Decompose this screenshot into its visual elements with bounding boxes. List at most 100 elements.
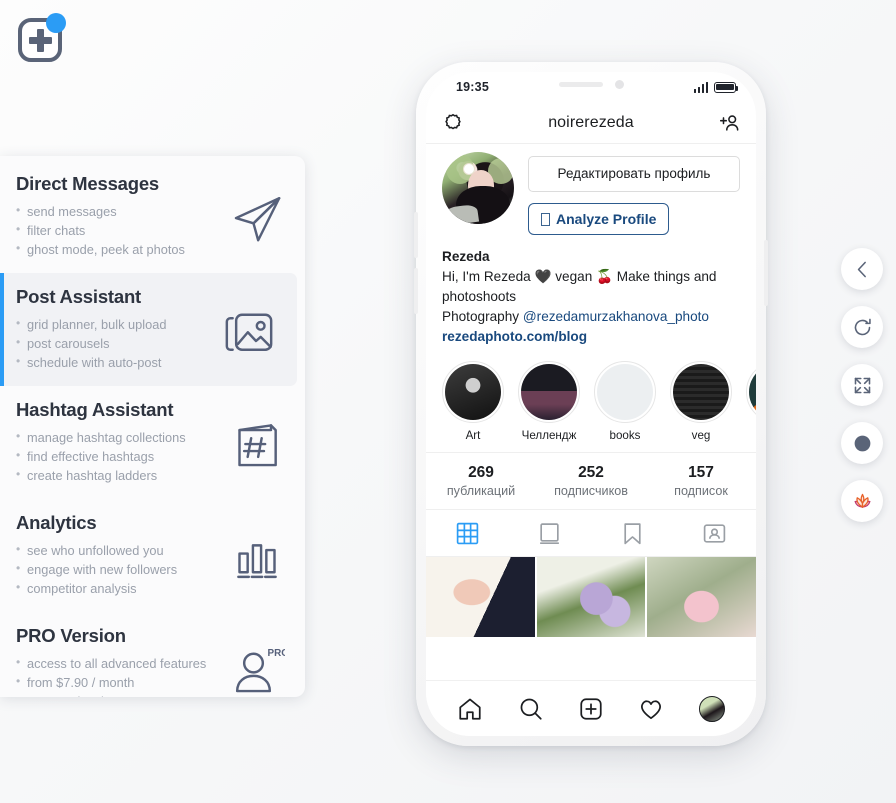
profile-username: noirerezeda	[548, 113, 634, 131]
profile-avatar-icon[interactable]	[698, 695, 725, 722]
feature-item-direct-messages[interactable]: Direct Messages send messages filter cha…	[0, 160, 305, 273]
dark-mode-moon-icon[interactable]	[841, 422, 883, 464]
plus-icon-vertical	[37, 29, 44, 52]
signal-bars-icon	[693, 81, 708, 93]
profile-scroll-area[interactable]: Редактировать профиль Analyze Profile Re…	[426, 144, 756, 648]
volume-down-button[interactable]	[414, 268, 418, 314]
volume-up-button[interactable]	[414, 212, 418, 258]
feature-item-pro-version[interactable]: PRO Version access to all advanced featu…	[0, 612, 305, 697]
grid-post-lilac-flowers[interactable]	[536, 557, 646, 637]
profile-tab-bar	[426, 510, 756, 557]
highlight-item[interactable]: Челлендж	[518, 361, 580, 442]
pro-user-icon: PRO	[229, 643, 285, 697]
notification-badge-dot	[46, 13, 66, 33]
feature-item-analytics[interactable]: Analytics see who unfollowed you engage …	[0, 499, 305, 612]
tab-carousel[interactable]	[509, 510, 592, 556]
posts-grid	[426, 557, 756, 637]
highlight-label: Fo	[746, 429, 756, 442]
highlight-thumbnail	[445, 364, 501, 420]
highlight-ring	[746, 361, 756, 423]
stat-value: 252	[578, 464, 604, 481]
highlight-label: books	[609, 429, 641, 442]
stat-label: подписок	[674, 484, 728, 498]
highlight-item[interactable]: books	[594, 361, 656, 442]
highlight-ring	[518, 361, 580, 423]
analyze-profile-button[interactable]: Analyze Profile	[528, 203, 670, 235]
battery-full-icon	[714, 81, 739, 93]
front-camera-icon	[614, 80, 624, 89]
highlight-item[interactable]: veg	[670, 361, 732, 442]
highlight-label: Челлендж	[521, 429, 577, 442]
highlight-thumbnail	[749, 364, 756, 420]
phone-notch	[515, 72, 667, 97]
instagram-header: noirerezeda	[426, 102, 756, 144]
profile-avatar[interactable]	[442, 152, 514, 224]
bio-photography-label: Photography	[442, 309, 523, 324]
bio-line-1-part-b: vegan	[551, 269, 597, 284]
tab-tagged[interactable]	[674, 510, 757, 556]
bar-chart-icon	[229, 530, 285, 586]
highlight-ring	[442, 361, 504, 423]
highlight-label: veg	[691, 429, 711, 442]
status-time: 19:35	[456, 80, 489, 94]
stat-label: подписчиков	[554, 484, 628, 498]
paper-plane-icon	[229, 191, 285, 247]
tofu-box-icon	[541, 212, 550, 226]
grid-post-watercolor-portrait[interactable]	[426, 557, 535, 637]
tab-grid[interactable]	[426, 510, 509, 556]
story-highlights-row[interactable]: Art Челлендж books veg	[426, 347, 756, 452]
profile-top-row: Редактировать профиль Analyze Profile	[426, 144, 756, 235]
grid-post-pink-dress[interactable]	[647, 557, 756, 637]
svg-text:PRO: PRO	[268, 648, 286, 659]
analyze-profile-label: Analyze Profile	[556, 211, 657, 227]
profile-action-buttons: Редактировать профиль Analyze Profile	[528, 152, 740, 235]
highlight-ring	[670, 361, 732, 423]
refresh-icon[interactable]	[841, 306, 883, 348]
status-indicators	[693, 81, 739, 93]
feature-item-post-assistant[interactable]: Post Assistant grid planner, bulk upload…	[0, 273, 297, 386]
highlight-item[interactable]: Fo	[746, 361, 756, 442]
bio-mention-link[interactable]: @rezedamurzakhanova_photo	[523, 309, 709, 324]
chevron-left-icon[interactable]	[841, 248, 883, 290]
bottom-navigation-bar	[426, 680, 756, 736]
cherries-emoji: 🍒	[596, 269, 613, 285]
profile-stats-row: 269 публикаций 252 подписчиков 157 подпи…	[426, 452, 756, 510]
bio-display-name: Rezeda	[442, 249, 490, 264]
highlight-label: Art	[465, 429, 481, 442]
tab-saved[interactable]	[591, 510, 674, 556]
stat-value: 157	[688, 464, 714, 481]
fullscreen-icon[interactable]	[841, 364, 883, 406]
privacy-circle-icon[interactable]	[442, 112, 464, 134]
features-panel: Direct Messages send messages filter cha…	[0, 156, 305, 697]
feature-item-hashtag-assistant[interactable]: Hashtag Assistant manage hashtag collect…	[0, 386, 305, 499]
highlight-item[interactable]: Art	[442, 361, 504, 442]
add-person-icon[interactable]	[718, 112, 740, 134]
app-logo[interactable]	[14, 8, 70, 64]
earpiece-speaker	[558, 82, 603, 87]
stat-label: публикаций	[446, 484, 516, 498]
stat-following[interactable]: 157 подписок	[646, 464, 756, 498]
stat-followers[interactable]: 252 подписчиков	[536, 464, 646, 498]
highlight-thumbnail	[597, 364, 653, 420]
heart-icon[interactable]	[638, 696, 664, 722]
phone-screen: 19:35 noirerezeda Редактировать профиль …	[426, 72, 756, 736]
bio-line-1-part-a: Hi, I'm Rezeda	[442, 269, 535, 284]
right-floating-toolbar	[841, 248, 883, 522]
highlight-thumbnail	[673, 364, 729, 420]
add-post-icon[interactable]	[578, 696, 604, 722]
highlight-ring	[594, 361, 656, 423]
edit-profile-button[interactable]: Редактировать профиль	[528, 156, 740, 192]
photo-stack-icon	[221, 304, 277, 360]
search-icon[interactable]	[518, 696, 544, 722]
highlight-thumbnail	[521, 364, 577, 420]
stat-posts[interactable]: 269 публикаций	[426, 464, 536, 498]
lotus-icon[interactable]	[841, 480, 883, 522]
hashtag-book-icon	[229, 417, 285, 473]
bio-website-link[interactable]: rezedaphoto.com/blog	[442, 327, 740, 347]
stat-value: 269	[468, 464, 494, 481]
profile-bio: Rezeda Hi, I'm Rezeda 🖤 vegan 🍒 Make thi…	[426, 235, 756, 347]
home-icon[interactable]	[457, 696, 483, 722]
phone-mockup: 19:35 noirerezeda Редактировать профиль …	[414, 62, 768, 746]
power-button[interactable]	[764, 240, 768, 306]
black-heart-emoji: 🖤	[534, 269, 552, 285]
